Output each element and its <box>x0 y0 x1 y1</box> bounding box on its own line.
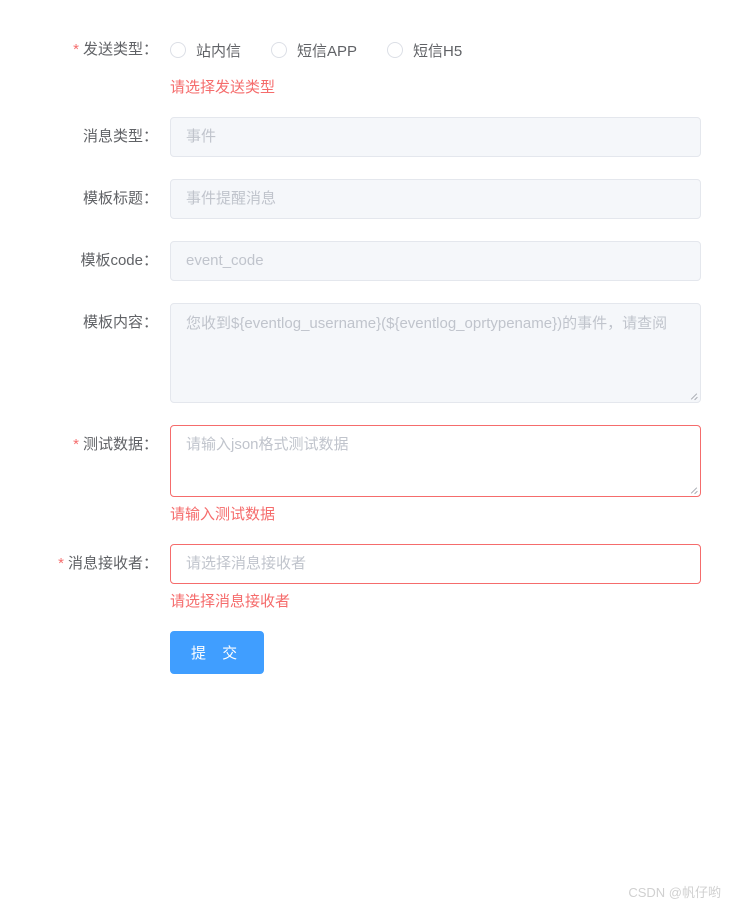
label-send-type: *发送类型： <box>40 30 170 70</box>
error-receiver: 请选择消息接收者 <box>170 584 701 609</box>
label-text: 模板标题： <box>83 190 158 207</box>
required-asterisk: * <box>58 555 64 572</box>
form-item-template-title: 模板标题： 事件提醒消息 <box>40 179 701 219</box>
error-send-type: 请选择发送类型 <box>170 70 701 95</box>
select-receiver[interactable]: 请选择消息接收者 <box>170 544 701 584</box>
radio-group-send-type: 站内信 短信APP 短信H5 <box>170 30 701 70</box>
form-item-submit: 提 交 <box>40 631 701 674</box>
content-template-title: 事件提醒消息 <box>170 179 701 219</box>
content-test-data: 请输入json格式测试数据 请输入测试数据 <box>170 425 701 522</box>
radio-icon <box>170 42 186 58</box>
submit-button[interactable]: 提 交 <box>170 631 264 674</box>
label-template-content: 模板内容： <box>40 303 170 343</box>
textarea-test-data[interactable]: 请输入json格式测试数据 <box>170 425 701 497</box>
label-text: 发送类型： <box>83 41 158 58</box>
form-item-test-data: *测试数据： 请输入json格式测试数据 请输入测试数据 <box>40 425 701 522</box>
label-text: 模板code： <box>80 252 158 269</box>
content-send-type: 站内信 短信APP 短信H5 请选择发送类型 <box>170 30 701 95</box>
content-receiver: 请选择消息接收者 请选择消息接收者 <box>170 544 701 609</box>
radio-option-sms-app[interactable]: 短信APP <box>271 40 357 61</box>
label-template-code: 模板code： <box>40 241 170 281</box>
radio-option-inbox[interactable]: 站内信 <box>170 40 241 61</box>
form-item-msg-type: 消息类型： 事件 <box>40 117 701 157</box>
resize-handle-icon <box>688 484 698 494</box>
label-test-data: *测试数据： <box>40 425 170 465</box>
watermark-text: CSDN @帆仔哟 <box>628 882 721 901</box>
label-text: 消息类型： <box>83 128 158 145</box>
content-template-code: event_code <box>170 241 701 281</box>
content-template-content: 您收到${eventlog_username}(${eventlog_oprty… <box>170 303 701 403</box>
form-item-receiver: *消息接收者： 请选择消息接收者 请选择消息接收者 <box>40 544 701 609</box>
textarea-template-content: 您收到${eventlog_username}(${eventlog_oprty… <box>170 303 701 403</box>
label-text: 测试数据： <box>83 436 158 453</box>
label-template-title: 模板标题： <box>40 179 170 219</box>
radio-label: 短信H5 <box>413 40 462 61</box>
input-msg-type: 事件 <box>170 117 701 157</box>
content-submit: 提 交 <box>170 631 701 674</box>
resize-handle-icon <box>688 390 698 400</box>
radio-icon <box>387 42 403 58</box>
form-item-template-content: 模板内容： 您收到${eventlog_username}(${eventlog… <box>40 303 701 403</box>
radio-label: 站内信 <box>196 40 241 61</box>
error-test-data: 请输入测试数据 <box>170 497 701 522</box>
form-item-template-code: 模板code： event_code <box>40 241 701 281</box>
input-template-code: event_code <box>170 241 701 281</box>
radio-label: 短信APP <box>297 40 357 61</box>
required-asterisk: * <box>73 436 79 453</box>
textarea-value: 您收到${eventlog_username}(${eventlog_oprty… <box>186 315 667 332</box>
content-msg-type: 事件 <box>170 117 701 157</box>
label-text: 模板内容： <box>83 314 158 331</box>
form-item-send-type: *发送类型： 站内信 短信APP 短信H5 请选择发送类型 <box>40 30 701 95</box>
radio-icon <box>271 42 287 58</box>
input-template-title: 事件提醒消息 <box>170 179 701 219</box>
textarea-placeholder: 请输入json格式测试数据 <box>186 436 349 453</box>
label-text: 消息接收者： <box>68 555 158 572</box>
label-msg-type: 消息类型： <box>40 117 170 157</box>
radio-option-sms-h5[interactable]: 短信H5 <box>387 40 462 61</box>
label-receiver: *消息接收者： <box>40 544 170 584</box>
required-asterisk: * <box>73 41 79 58</box>
